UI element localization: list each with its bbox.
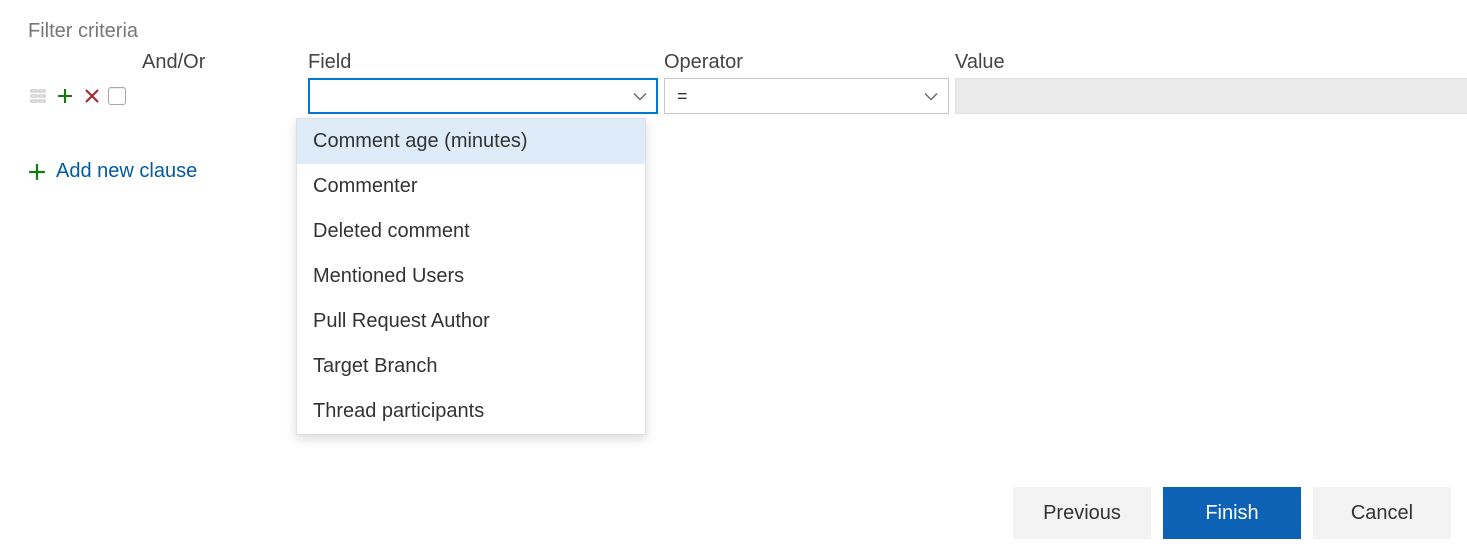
field-option[interactable]: Deleted comment <box>297 209 645 254</box>
operator-combobox-value: = <box>677 86 688 107</box>
field-option[interactable]: Comment age (minutes) <box>297 119 645 164</box>
delete-clause-icon[interactable] <box>83 85 102 107</box>
field-option[interactable]: Thread participants <box>297 389 645 434</box>
add-new-clause-button[interactable]: Add new clause <box>28 160 1439 183</box>
field-option[interactable]: Pull Request Author <box>297 299 645 344</box>
operator-combobox[interactable]: = <box>664 78 949 114</box>
add-new-clause-label: Add new clause <box>56 160 197 183</box>
field-option[interactable]: Commenter <box>297 164 645 209</box>
value-input[interactable] <box>955 78 1467 114</box>
column-header-value: Value <box>955 51 1467 78</box>
plus-icon <box>28 163 46 181</box>
insert-clause-icon[interactable] <box>55 85 74 107</box>
column-header-andor: And/Or <box>142 51 302 78</box>
drag-handle-icon[interactable] <box>28 85 47 107</box>
chevron-down-icon <box>924 86 938 107</box>
field-option[interactable]: Target Branch <box>297 344 645 389</box>
previous-button[interactable]: Previous <box>1013 487 1151 539</box>
column-header-field: Field <box>308 51 658 78</box>
group-checkbox[interactable] <box>108 87 126 105</box>
finish-button[interactable]: Finish <box>1163 487 1301 539</box>
cancel-button[interactable]: Cancel <box>1313 487 1451 539</box>
filter-criteria-title: Filter criteria <box>28 20 1439 43</box>
chevron-down-icon <box>633 86 647 107</box>
column-header-operator: Operator <box>664 51 949 78</box>
field-dropdown: Comment age (minutes)CommenterDeleted co… <box>296 118 646 435</box>
field-combobox[interactable] <box>308 78 658 114</box>
field-option[interactable]: Mentioned Users <box>297 254 645 299</box>
